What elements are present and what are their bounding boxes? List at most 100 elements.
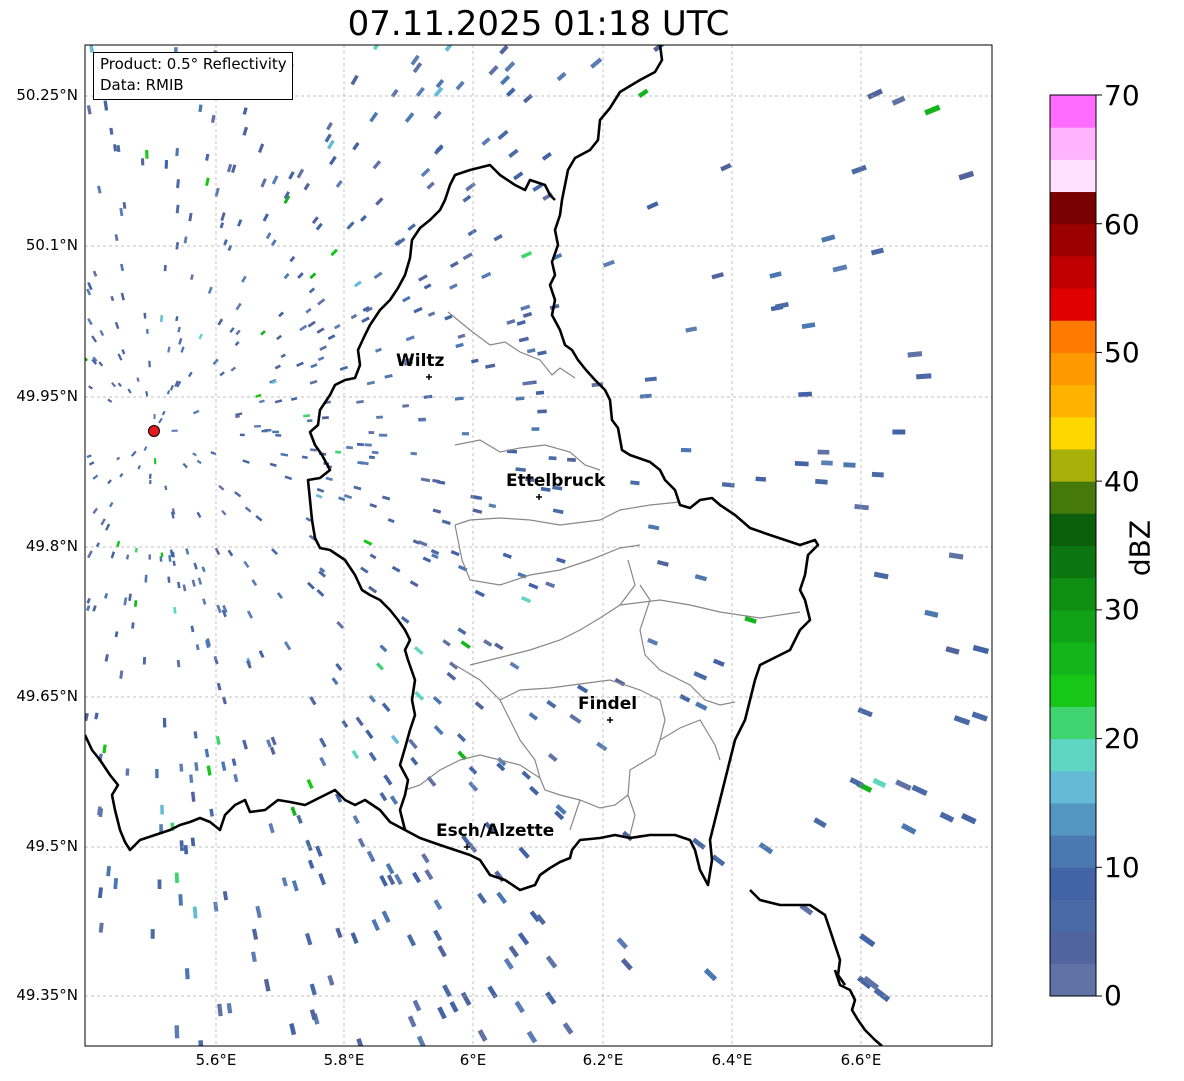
colorbar-segment <box>1050 577 1096 611</box>
colorbar-segment <box>1050 288 1096 321</box>
colorbar-segment <box>1050 963 1096 997</box>
echo-cell <box>461 432 470 436</box>
echo-cell <box>183 844 189 855</box>
echo-cell <box>144 574 148 583</box>
colorbar-tick-label: 40 <box>1104 465 1140 498</box>
echo-cell <box>155 768 159 779</box>
colorbar-segment <box>1050 674 1096 707</box>
latitude-tick-label: 50.25°N <box>16 86 78 104</box>
echo-cell <box>817 449 830 455</box>
product-label: Product: 0.5° Reflectivity <box>100 55 287 73</box>
colorbar-segment <box>1050 384 1096 418</box>
longitude-tick-label: 5.8°E <box>323 1051 365 1069</box>
echo-cell <box>149 480 152 485</box>
echo-cell <box>755 476 767 482</box>
echo-cell <box>356 442 364 447</box>
echo-cell <box>145 149 149 159</box>
colorbar-tick-label: 70 <box>1104 79 1140 112</box>
echo-cell <box>566 457 576 462</box>
colorbar-tick-label: 20 <box>1104 722 1140 755</box>
colorbar-segment <box>1050 320 1096 353</box>
echo-cell <box>150 929 155 939</box>
echo-cell <box>148 360 151 368</box>
echo-cell <box>125 768 130 776</box>
latitude-tick-label: 49.95°N <box>16 387 78 405</box>
echo-cell <box>410 451 418 456</box>
echo-cell <box>531 427 540 431</box>
product-info-box: Product: 0.5° Reflectivity Data: RMIB <box>93 52 293 100</box>
latitude-tick-label: 50.1°N <box>25 236 78 254</box>
echo-cell <box>142 657 147 665</box>
echo-cell <box>157 879 162 890</box>
echo-cell <box>272 430 280 434</box>
colorbar-tick-label: 50 <box>1104 336 1140 369</box>
colorbar-segment <box>1050 352 1096 386</box>
longitude-tick-label: 6.2°E <box>582 1051 624 1069</box>
echo-cell <box>871 471 884 478</box>
latitude-tick-label: 49.8°N <box>25 537 78 555</box>
city-label-esch-alzette: Esch/Alzette <box>436 821 555 841</box>
echo-cell <box>171 429 178 432</box>
colorbar-tick-label: 0 <box>1104 979 1122 1012</box>
echo-cell <box>815 478 828 485</box>
echo-cell <box>148 473 152 479</box>
echo-cell <box>164 160 169 169</box>
echo-cell <box>376 415 383 419</box>
echo-cell <box>537 409 547 414</box>
echo-cell <box>821 460 833 466</box>
echo-cell <box>160 804 164 815</box>
echo-cell <box>639 393 652 399</box>
echo-cell <box>146 329 149 334</box>
colorbar-segment <box>1050 899 1096 933</box>
echo-cell <box>321 416 329 420</box>
echo-cell <box>160 552 164 558</box>
colorbar-segment <box>1050 835 1096 868</box>
longitude-tick-label: 6°E <box>459 1051 487 1069</box>
echo-cell <box>160 315 164 322</box>
echo-cell <box>163 264 167 272</box>
colorbar-segment <box>1050 223 1096 257</box>
data-source-label: Data: RMIB <box>100 76 184 94</box>
echo-cell <box>798 391 813 397</box>
colorbar-segment <box>1050 95 1096 128</box>
colorbar-segment <box>1050 416 1096 450</box>
echo-cell <box>140 158 145 166</box>
echo-cell <box>179 763 184 772</box>
colorbar-segment <box>1050 931 1096 965</box>
colorbar-segment <box>1050 802 1096 836</box>
echo-cell <box>548 456 557 461</box>
colorbar-tick-label: 60 <box>1104 208 1140 241</box>
echo-cell <box>179 840 184 852</box>
echo-cell <box>306 419 313 423</box>
colorbar-segment <box>1050 448 1096 482</box>
echo-cell <box>184 968 190 980</box>
colorbar-tick-label: 30 <box>1104 593 1140 626</box>
echo-cell <box>916 373 932 380</box>
echo-cell <box>162 717 167 728</box>
echo-cell <box>148 554 152 560</box>
echo-cell <box>239 433 245 437</box>
colorbar-segment <box>1050 867 1096 900</box>
colorbar-segment <box>1050 127 1096 160</box>
colorbar-segment <box>1050 738 1096 772</box>
echo-cell <box>175 147 180 157</box>
colorbar-segment <box>1050 642 1096 675</box>
colorbar-segment <box>1050 770 1096 804</box>
radar-map <box>84 44 1102 1047</box>
colorbar-segment <box>1050 545 1096 579</box>
longitude-tick-label: 5.6°E <box>195 1051 237 1069</box>
echo-cell <box>174 872 180 883</box>
longitude-tick-label: 6.4°E <box>711 1051 753 1069</box>
colorbar-segment <box>1050 481 1096 514</box>
echo-cell <box>174 1025 180 1039</box>
map-background <box>85 45 992 1046</box>
colorbar-label: dBZ <box>1123 519 1157 577</box>
colorbar-segment <box>1050 609 1096 643</box>
echo-cell <box>368 431 375 435</box>
latitude-tick-label: 49.5°N <box>25 837 78 855</box>
colorbar <box>1049 94 1102 997</box>
echo-cell <box>892 429 906 435</box>
city-label-wiltz: Wiltz <box>396 351 445 371</box>
echo-cell <box>794 461 809 467</box>
echo-cell <box>153 414 156 420</box>
